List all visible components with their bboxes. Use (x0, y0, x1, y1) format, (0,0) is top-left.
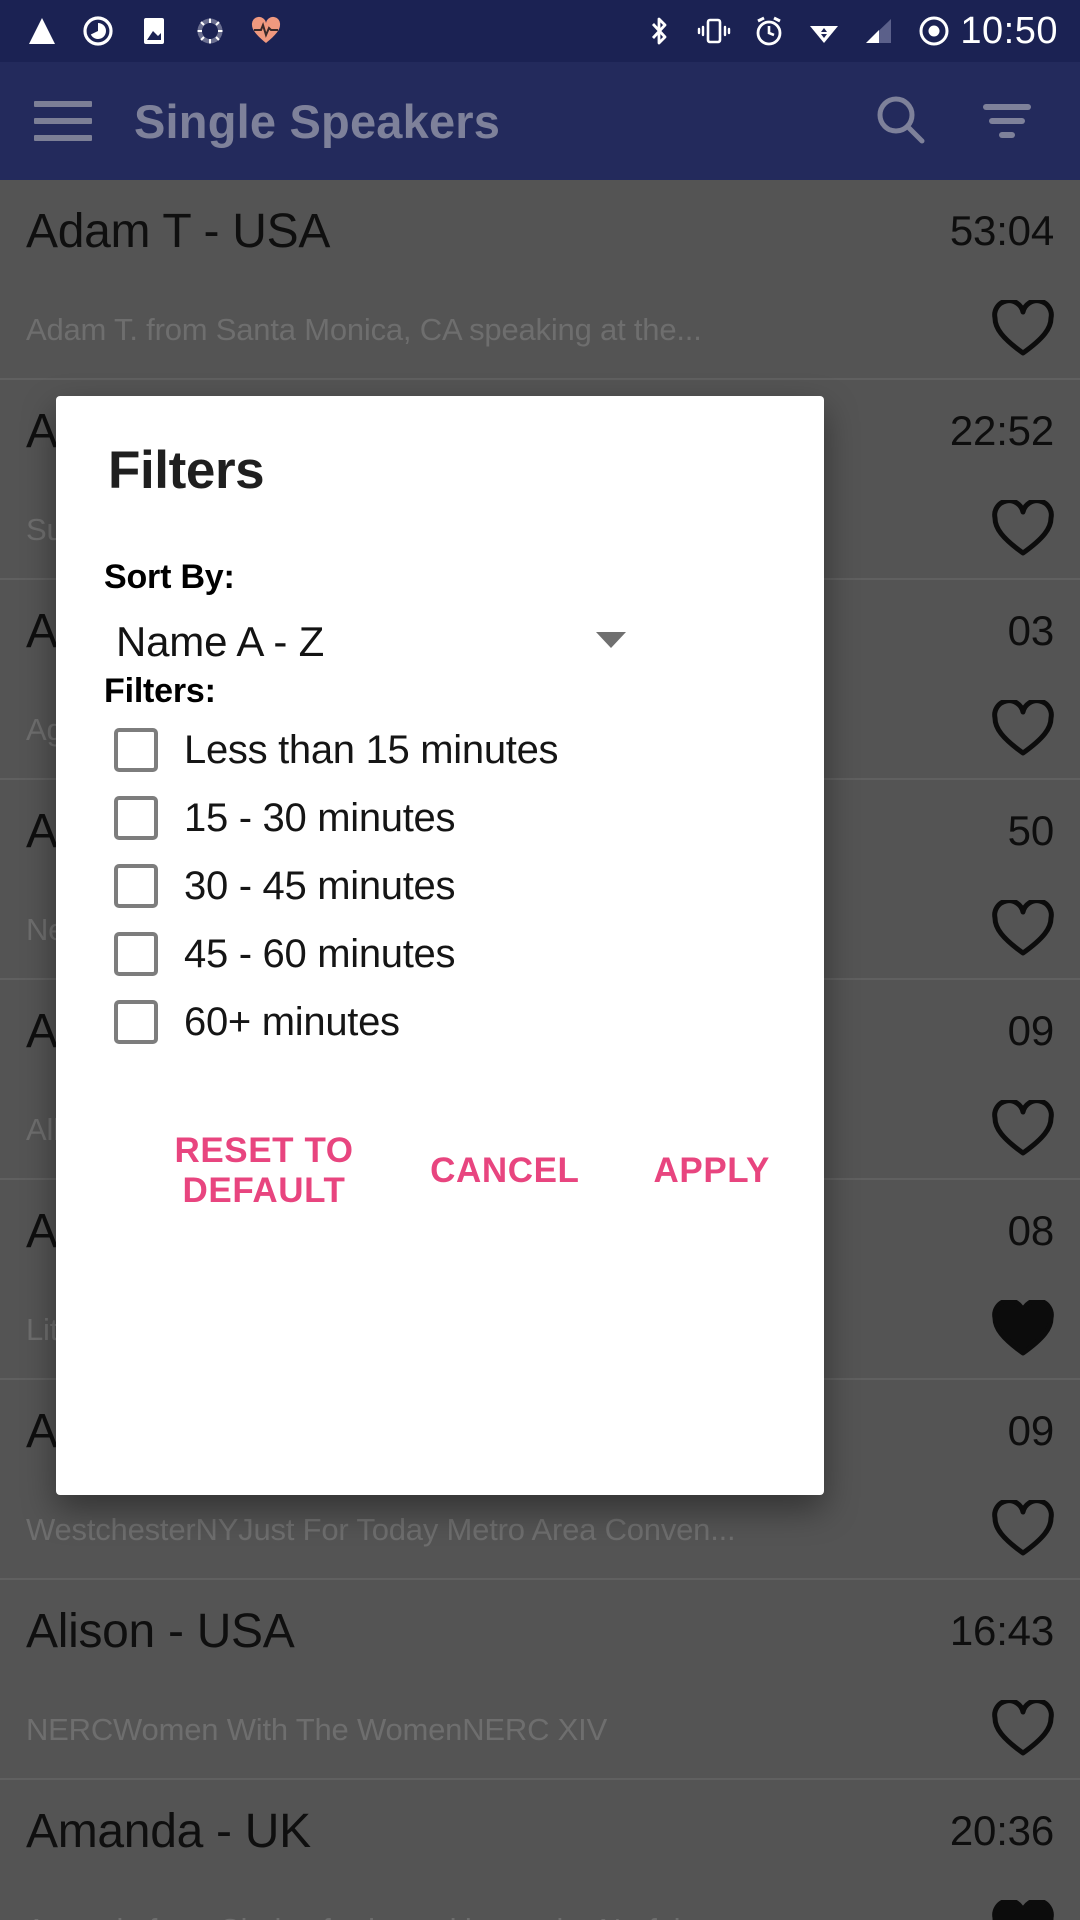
hamburger-icon[interactable] (30, 88, 96, 154)
sort-by-label: Sort By: (104, 558, 235, 596)
alarm-icon (749, 11, 789, 51)
filters-label: Filters: (104, 672, 216, 710)
filter-option-row[interactable]: Less than 15 minutes (114, 716, 774, 784)
filter-option-row[interactable]: 60+ minutes (114, 988, 774, 1056)
filter-option-row[interactable]: 45 - 60 minutes (114, 920, 774, 988)
sort-by-dropdown[interactable]: Name A - Z (104, 608, 644, 676)
status-bar-clock: 10:50 (960, 10, 1058, 52)
search-icon[interactable] (866, 86, 936, 156)
app-bar: Single Speakers (0, 62, 1080, 180)
image-icon (134, 11, 174, 51)
checkbox-icon[interactable] (114, 1000, 158, 1044)
page-title: Single Speakers (134, 94, 501, 148)
checkbox-icon[interactable] (114, 796, 158, 840)
cancel-button[interactable]: CANCEL (424, 1141, 585, 1201)
wifi-icon (804, 11, 844, 51)
status-bar-right-icons (639, 11, 954, 51)
sync-icon (190, 11, 230, 51)
dialog-actions: RESET TO DEFAULT CANCEL APPLY (56, 1126, 824, 1216)
chevron-down-icon (594, 629, 628, 656)
location-icon (78, 11, 118, 51)
vibrate-icon (694, 11, 734, 51)
filter-option-label: 30 - 45 minutes (184, 863, 456, 908)
record-icon (914, 11, 954, 51)
apply-button[interactable]: APPLY (648, 1141, 776, 1201)
filter-icon[interactable] (972, 86, 1042, 156)
filter-option-label: Less than 15 minutes (184, 727, 559, 772)
signal-icon (859, 11, 899, 51)
filter-options-list: Less than 15 minutes 15 - 30 minutes 30 - … (114, 716, 774, 1056)
filter-option-label: 60+ minutes (184, 999, 400, 1044)
bluetooth-icon (639, 11, 679, 51)
filter-option-row[interactable]: 30 - 45 minutes (114, 852, 774, 920)
filters-dialog: Filters Sort By: Name A - Z Filters: Les… (56, 396, 824, 1495)
reset-to-default-button[interactable]: RESET TO DEFAULT (104, 1121, 424, 1221)
status-bar-left-icons (22, 11, 286, 51)
checkbox-icon[interactable] (114, 932, 158, 976)
filter-option-label: 15 - 30 minutes (184, 795, 456, 840)
heart-rate-icon (246, 11, 286, 51)
filter-option-label: 45 - 60 minutes (184, 931, 456, 976)
phone-screen: 10:50 Single Speakers Adam T - USA 53:04 A… (0, 0, 1080, 1920)
sort-by-value: Name A - Z (116, 618, 325, 665)
checkbox-icon[interactable] (114, 728, 158, 772)
status-bar: 10:50 (0, 0, 1080, 62)
triangle-play-icon (22, 11, 62, 51)
checkbox-icon[interactable] (114, 864, 158, 908)
dialog-title: Filters (108, 441, 265, 500)
filter-option-row[interactable]: 15 - 30 minutes (114, 784, 774, 852)
